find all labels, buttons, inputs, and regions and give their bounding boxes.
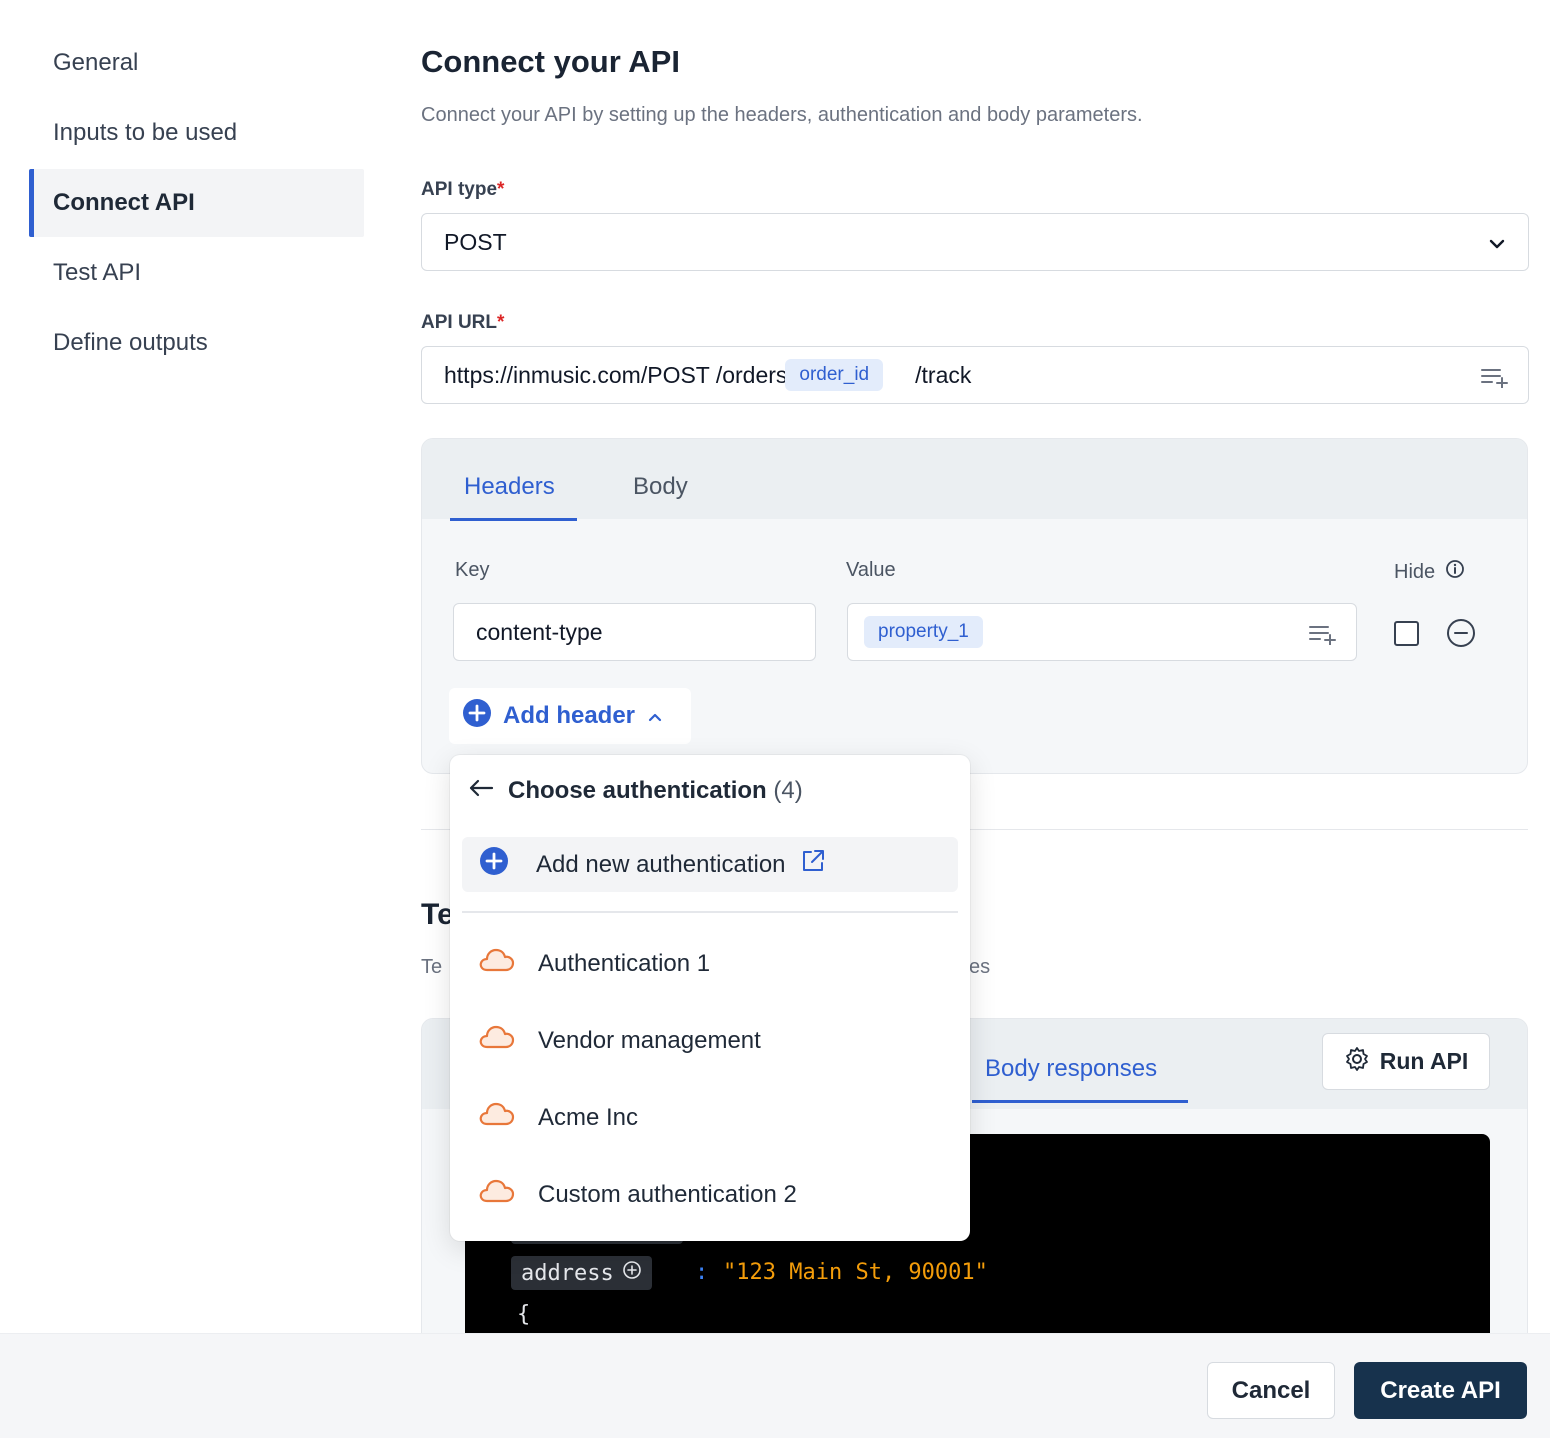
url-variable-chip[interactable]: order_id	[785, 359, 884, 391]
sidebar-item-label: Connect API	[53, 189, 195, 216]
value-variable-chip[interactable]: property_1	[864, 616, 983, 648]
add-new-authentication-item[interactable]: Add new authentication	[462, 837, 958, 892]
cloud-icon	[478, 1022, 516, 1059]
plus-circle-icon	[480, 847, 508, 882]
chevron-down-icon	[1488, 229, 1506, 256]
headers-panel: Headers Body Key Value Hide content-type…	[421, 438, 1528, 774]
cloud-icon	[478, 1099, 516, 1136]
sidebar-item-label: Test API	[53, 259, 142, 286]
api-url-field[interactable]: https://inmusic.com/POST /orders order_i…	[421, 346, 1529, 404]
dropdown-divider	[462, 911, 958, 913]
auth-item[interactable]: Acme Inc	[478, 1099, 638, 1136]
tab-headers[interactable]: Headers	[464, 473, 555, 501]
api-url-label: API URL*	[421, 312, 505, 333]
page-subtitle: Connect your API by setting up the heade…	[421, 104, 1143, 126]
sidebar-item-connect-api[interactable]: Connect API	[29, 169, 364, 237]
test-section-title: Te	[421, 898, 454, 931]
auth-item[interactable]: Authentication 1	[478, 945, 710, 982]
info-icon[interactable]	[1445, 559, 1465, 585]
auth-item-label: Custom authentication 2	[538, 1180, 797, 1208]
code-key-chip[interactable]: address	[511, 1256, 652, 1290]
sidebar-item-label: Inputs to be used	[53, 119, 238, 146]
add-variable-icon[interactable]	[1308, 623, 1338, 650]
cloud-icon	[478, 945, 516, 982]
sidebar-item-define-outputs[interactable]: Define outputs	[29, 309, 364, 377]
external-link-icon	[800, 848, 826, 881]
value-column-label: Value	[846, 559, 896, 581]
auth-item-label: Authentication 1	[538, 949, 711, 977]
plus-circle-icon	[622, 1260, 642, 1286]
header-value-input[interactable]: property_1	[847, 603, 1357, 661]
cloud-icon	[478, 1176, 516, 1213]
dropdown-title: Choose authentication	[508, 777, 767, 804]
run-api-label: Run API	[1379, 1048, 1469, 1074]
test-section-subtitle-end: es	[969, 956, 991, 978]
auth-item-label: Vendor management	[538, 1026, 761, 1054]
auth-item[interactable]: Vendor management	[478, 1022, 761, 1059]
footer-bar: Cancel Create API	[0, 1333, 1550, 1438]
tab-body-responses[interactable]: Body responses	[985, 1055, 1157, 1083]
add-header-label: Add header	[503, 702, 636, 729]
required-mark: *	[497, 179, 505, 200]
plus-circle-icon	[463, 698, 491, 734]
sidebar-item-inputs[interactable]: Inputs to be used	[29, 99, 364, 167]
sidebar-item-label: General	[53, 49, 139, 76]
sidebar-item-test-api[interactable]: Test API	[29, 239, 364, 307]
api-url-suffix: /track	[915, 361, 972, 388]
sidebar-item-label: Define outputs	[53, 329, 208, 356]
auth-item-label: Acme Inc	[538, 1103, 639, 1131]
auth-item[interactable]: Custom authentication 2	[478, 1176, 797, 1213]
required-mark: *	[497, 312, 505, 333]
active-tab-indicator	[450, 518, 577, 521]
run-api-button[interactable]: Run API	[1322, 1033, 1490, 1090]
code-value: "123 Main St, 90001"	[723, 1260, 988, 1285]
chevron-up-icon	[647, 702, 663, 730]
tab-body[interactable]: Body	[633, 473, 688, 501]
active-tab-indicator	[972, 1100, 1188, 1103]
hide-column-label: Hide	[1394, 559, 1465, 585]
create-api-button[interactable]: Create API	[1354, 1362, 1527, 1419]
remove-circle-icon[interactable]	[1446, 618, 1476, 653]
gear-icon	[1344, 1046, 1370, 1078]
api-url-prefix: https://inmusic.com/POST /orders	[444, 361, 788, 388]
page-title: Connect your API	[421, 44, 680, 79]
api-type-value: POST	[444, 228, 507, 255]
add-new-authentication-label: Add new authentication	[536, 850, 786, 878]
hide-checkbox[interactable]	[1394, 621, 1419, 646]
cancel-button[interactable]: Cancel	[1207, 1362, 1335, 1419]
header-key-input[interactable]: content-type	[453, 603, 816, 661]
dropdown-count: (4)	[773, 777, 803, 804]
key-column-label: Key	[455, 559, 490, 581]
api-type-label: API type*	[421, 179, 505, 200]
code-brace: {	[517, 1302, 531, 1327]
api-type-select[interactable]: POST	[421, 213, 1529, 271]
add-variable-icon[interactable]	[1480, 366, 1510, 394]
code-colon: :	[695, 1260, 709, 1285]
sidebar-item-general[interactable]: General	[29, 29, 364, 97]
authentication-dropdown: Choose authentication (4) Add new authen…	[450, 755, 970, 1241]
panel-tabbar	[422, 439, 1527, 519]
add-header-button[interactable]: Add header	[449, 688, 691, 744]
dropdown-header[interactable]: Choose authentication (4)	[468, 777, 803, 805]
arrow-left-icon[interactable]	[468, 777, 494, 805]
